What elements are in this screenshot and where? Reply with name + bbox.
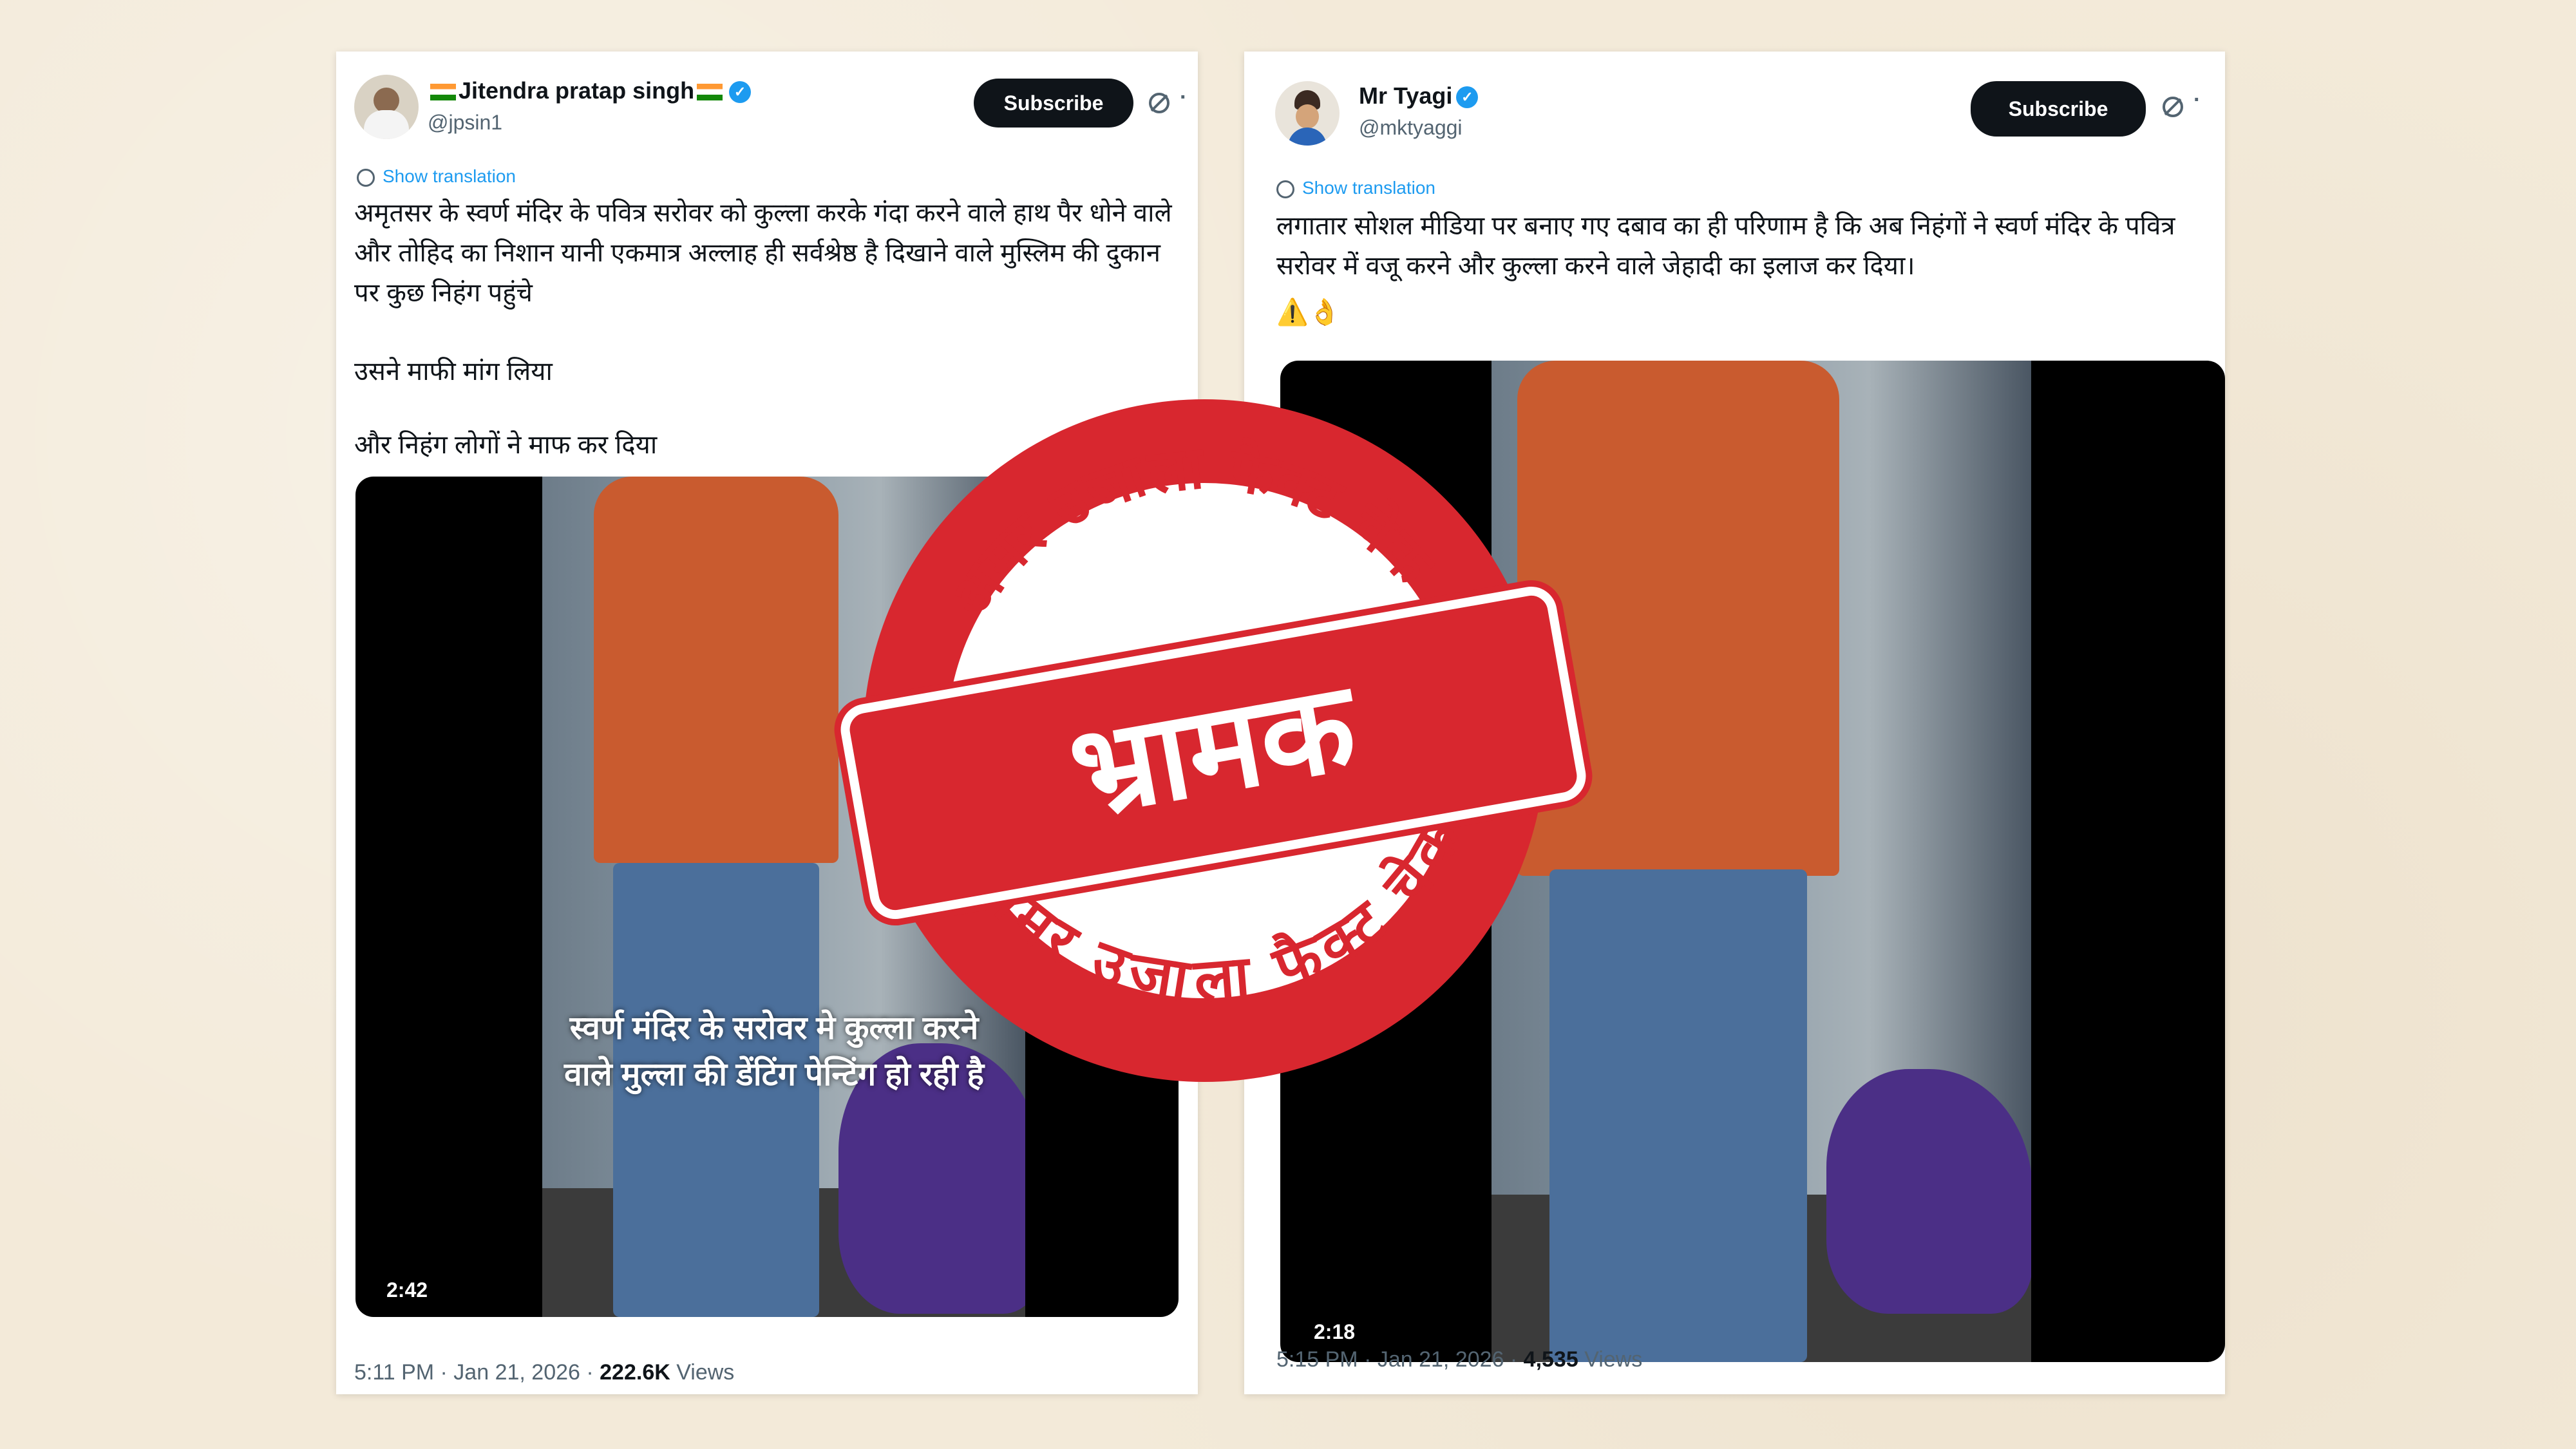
tweet-timestamp[interactable]: 5:11 PM · Jan 21, 2026 · [354,1360,600,1385]
tweet-meta: 5:11 PM · Jan 21, 2026 · 222.6K Views [354,1360,734,1385]
views-label: Views [1578,1347,1643,1372]
tweet-paragraph: उसने माफी मांग लिया [354,357,553,386]
tweet-timestamp[interactable]: 5:15 PM · Jan 21, 2026 · [1276,1347,1524,1372]
view-count: 4,535 [1523,1347,1578,1372]
india-flag-icon [697,84,723,101]
tweet-text: लगातार सोशल मीडिया पर बनाए गए दबाव का ही… [1276,206,2197,332]
tweet-emoji: ⚠️👌 [1276,298,1341,327]
globe-icon [1276,180,1294,198]
india-flag-icon [430,84,456,101]
view-count: 222.6K [600,1360,670,1385]
avatar[interactable] [354,75,419,139]
subscribe-button[interactable]: Subscribe [974,79,1133,128]
author-name[interactable]: Mr Tyagi ✓ [1359,82,1479,109]
tweet-meta: 5:15 PM · Jan 21, 2026 · 4,535 Views [1276,1347,1642,1372]
author-name[interactable]: Jitendra pratap singh ✓ [428,77,752,104]
author-handle[interactable]: @mktyaggi [1359,116,1463,140]
video-frame [1492,361,2031,1362]
avatar[interactable] [1275,81,1340,146]
video-duration: 2:42 [386,1278,428,1302]
show-translation-link[interactable]: Show translation [1276,178,1435,198]
grok-icon[interactable] [1146,90,1172,116]
subscribe-button[interactable]: Subscribe [1971,81,2146,137]
stamp-text-top: अमर उजाला फैक्ट चेक [936,433,1449,629]
verified-badge-icon: ✓ [1456,86,1479,109]
fact-check-stamp: अमर उजाला फैक्ट चेक अमर उजाला फैक्ट चेक … [837,399,1590,1082]
svg-text:अमर उजाला फैक्ट चेक: अमर उजाला फैक्ट चेक [936,433,1449,629]
video-duration: 2:18 [1314,1320,1356,1343]
tweet-paragraph: अमृतसर के स्वर्ण मंदिर के पवित्र सरोवर क… [354,199,1172,307]
views-label: Views [670,1360,735,1385]
grok-icon[interactable] [2160,94,2186,120]
more-options-icon[interactable]: · [1180,85,1187,110]
verified-badge-icon: ✓ [729,81,752,104]
globe-icon [357,168,375,187]
author-handle[interactable]: @jpsin1 [428,111,502,135]
more-options-icon[interactable]: · [2193,88,2201,113]
tweet-paragraph: लगातार सोशल मीडिया पर बनाए गए दबाव का ही… [1276,212,2175,280]
show-translation-link[interactable]: Show translation [357,166,516,187]
